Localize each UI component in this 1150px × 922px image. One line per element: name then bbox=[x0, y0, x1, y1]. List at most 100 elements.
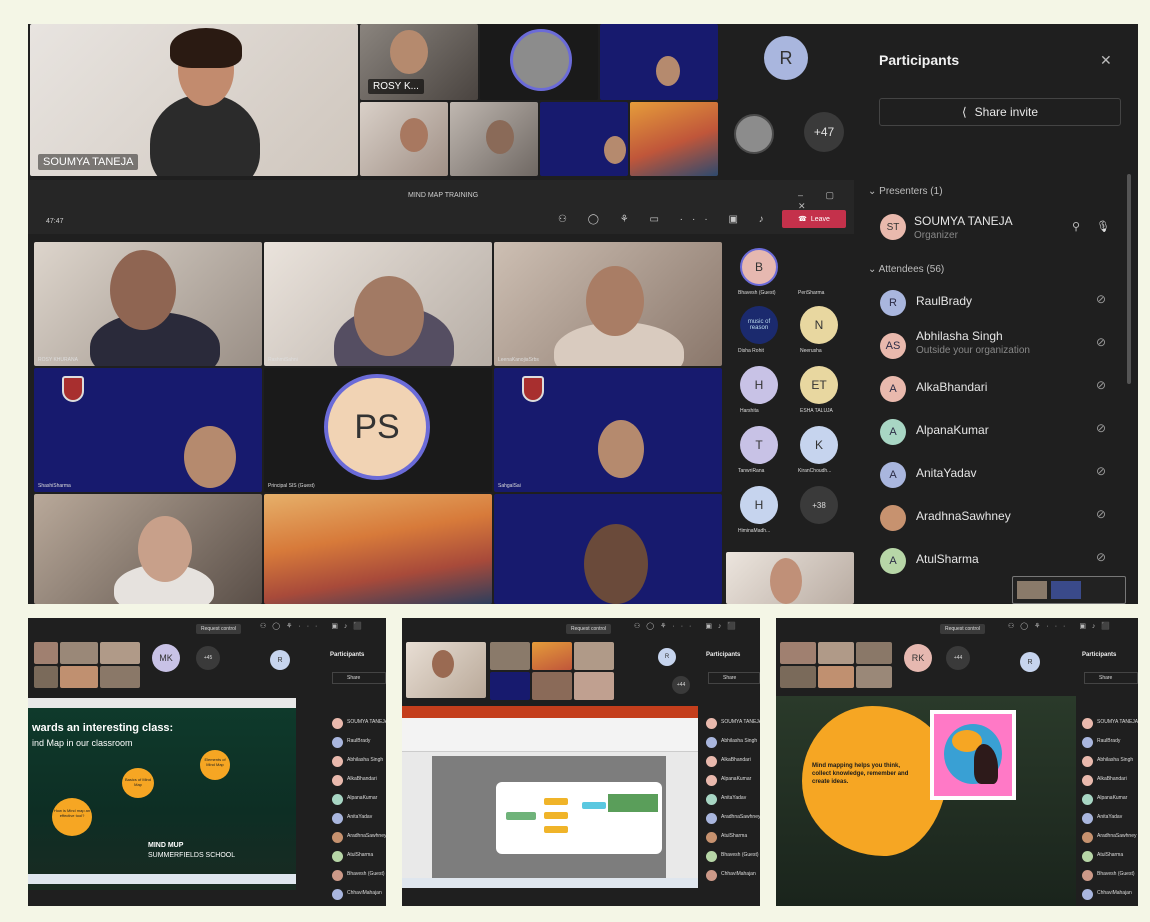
leave-button[interactable]: ☎ Leave bbox=[782, 210, 846, 228]
pin-icon[interactable]: ⚲ bbox=[1072, 220, 1080, 233]
participant-name: ChhaviMahajan bbox=[1097, 890, 1132, 896]
participant-avatar bbox=[706, 851, 717, 862]
avatar-r[interactable]: R bbox=[1020, 652, 1040, 672]
participant-name-label: HiminaMadh... bbox=[738, 528, 771, 534]
attendees-label: Attendees (56) bbox=[878, 264, 945, 275]
participant-name: Bhavesh (Guest) bbox=[721, 852, 759, 858]
video-tile-rosy[interactable]: ROSY K... bbox=[360, 24, 478, 100]
muted-microphone-icon: ⊘ bbox=[1096, 378, 1107, 392]
default-avatar-icon[interactable] bbox=[734, 114, 774, 154]
toolbar-icons[interactable]: ⚇ ◯ ⚘ ▭ ··· ▣ ♪ ⬛ bbox=[558, 214, 806, 225]
share-button[interactable]: Share bbox=[332, 672, 386, 684]
avatar-rk[interactable]: RK bbox=[904, 644, 932, 672]
attendee-avatar: A bbox=[880, 376, 906, 402]
toolbar-icons[interactable]: ⚇◯⚘··· ▣♪⬛ bbox=[634, 622, 742, 630]
video-tile-small-1[interactable] bbox=[360, 102, 448, 176]
video-tile-avatar[interactable] bbox=[480, 24, 598, 100]
participant-name: SOUMYA TANEJA bbox=[347, 719, 386, 725]
close-icon[interactable]: ✕ bbox=[1100, 52, 1112, 69]
participant-name-label: Neerusha bbox=[800, 348, 822, 354]
overflow-count[interactable]: +45 bbox=[196, 646, 220, 670]
attendee-row[interactable]: A AlpanaKumar ⊘ bbox=[880, 413, 1130, 449]
avatar-et[interactable]: ET bbox=[800, 366, 838, 404]
video-tile-rosy-khurana[interactable]: ROSY KHURANA bbox=[34, 242, 262, 366]
attendee-row[interactable]: A AnitaYadav ⊘ bbox=[880, 456, 1130, 492]
avatar-t[interactable]: T bbox=[740, 426, 778, 464]
avatar-k[interactable]: K bbox=[800, 426, 838, 464]
participant-avatar bbox=[1082, 718, 1093, 729]
avatar-mk[interactable]: MK bbox=[152, 644, 180, 672]
video-tile-leena[interactable]: LeenaKanojiaSrbs bbox=[494, 242, 722, 366]
slide-title: wards an interesting class: bbox=[32, 722, 174, 734]
participant-avatar bbox=[1082, 851, 1093, 862]
video-tile-principal[interactable]: PS Principal SIS (Guest) bbox=[264, 368, 492, 492]
participant-avatar bbox=[1082, 813, 1093, 824]
participant-name-label: LeenaKanojiaSrbs bbox=[498, 357, 539, 363]
request-control-button[interactable]: Request control bbox=[196, 624, 242, 634]
participant-name-label: RashmiSahni bbox=[268, 357, 298, 363]
request-control-button[interactable]: Request control bbox=[940, 624, 986, 634]
overflow-count[interactable]: +47 bbox=[804, 112, 844, 152]
attendee-row[interactable]: AradhnaSawhney ⊘ bbox=[880, 499, 1130, 535]
attendees-header[interactable]: ⌄ Attendees (56) bbox=[868, 264, 944, 275]
share-button[interactable]: Share bbox=[1084, 672, 1138, 684]
video-tile-bottom-3[interactable] bbox=[494, 494, 722, 604]
avatar-r[interactable]: R bbox=[270, 650, 290, 670]
participant-avatar bbox=[706, 870, 717, 881]
share-invite-button[interactable]: ⟨ Share invite bbox=[879, 98, 1121, 126]
video-tile-side-bottom[interactable] bbox=[726, 552, 854, 604]
participant-name: SOUMYA TANEJA bbox=[721, 719, 760, 725]
participants-title: Participants bbox=[1082, 652, 1117, 658]
attendee-row[interactable]: A AlkaBhandari ⊘ bbox=[880, 370, 1130, 406]
presenters-header[interactable]: ⌄ Presenters (1) bbox=[868, 186, 943, 197]
video-tile-soumya[interactable]: SOUMYA TANEJA bbox=[30, 24, 358, 176]
leave-label: Leave bbox=[810, 215, 830, 223]
video-tile-navy[interactable] bbox=[600, 24, 718, 100]
participant-name: RaulBrady bbox=[1097, 738, 1121, 744]
avatar-h2[interactable]: H bbox=[740, 486, 778, 524]
participants-title: Participants bbox=[706, 652, 741, 658]
overflow-count[interactable]: +44 bbox=[946, 646, 970, 670]
participant-name: AlkaBhandari bbox=[1097, 776, 1127, 782]
avatar-r[interactable]: R bbox=[764, 36, 808, 80]
video-tile-bottom-1[interactable] bbox=[34, 494, 262, 604]
participant-avatar bbox=[706, 832, 717, 843]
attendee-row[interactable]: A AtulSharma ⊘ bbox=[880, 542, 1130, 578]
muted-microphone-icon: ⊘ bbox=[1096, 550, 1107, 564]
avatar-st: ST bbox=[880, 214, 906, 240]
attendee-avatar: A bbox=[880, 548, 906, 574]
shared-screen-thumbnail[interactable] bbox=[1012, 576, 1126, 604]
attendee-row[interactable]: AS Abhilasha Singh Outside your organizati… bbox=[880, 327, 1130, 363]
video-tile-rashmi[interactable]: RashmiSahni bbox=[264, 242, 492, 366]
overflow-count[interactable]: +38 bbox=[800, 486, 838, 524]
participant-name-label: Harshita bbox=[740, 408, 759, 414]
attendee-row[interactable]: R RaulBrady ⊘ bbox=[880, 284, 1130, 320]
video-tile-bottom-2[interactable] bbox=[264, 494, 492, 604]
attendee-subtitle: Outside your organization bbox=[916, 345, 1030, 356]
video-tile-shashi[interactable]: ShashiSharma bbox=[34, 368, 262, 492]
window-controls[interactable]: – ▢ ✕ bbox=[798, 190, 854, 212]
share-button[interactable]: Share bbox=[708, 672, 760, 684]
avatar-h[interactable]: H bbox=[740, 366, 778, 404]
attendee-name: AlkaBhandari bbox=[916, 380, 988, 394]
participant-name: Abhilasha Singh bbox=[347, 757, 384, 763]
overflow-count[interactable]: +44 bbox=[672, 676, 690, 694]
music-of-reason-avatar[interactable]: music of reason bbox=[740, 306, 778, 344]
microphone-icon[interactable]: 🎙 bbox=[1096, 220, 1110, 233]
video-tile-small-4[interactable] bbox=[630, 102, 718, 176]
video-tile-small-3[interactable] bbox=[540, 102, 628, 176]
mind-map-slide bbox=[496, 782, 662, 854]
shared-slide: Mind mapping helps you think, collect kn… bbox=[776, 696, 1076, 906]
video-tile-sahgal[interactable]: SahgalSai bbox=[494, 368, 722, 492]
avatar-r[interactable]: R bbox=[658, 648, 676, 666]
avatar-n[interactable]: N bbox=[800, 306, 838, 344]
video-tile-small-2[interactable] bbox=[450, 102, 538, 176]
participant-avatar bbox=[1082, 775, 1093, 786]
avatar-b[interactable]: B bbox=[740, 248, 778, 286]
participant-name-label: PeriSharma bbox=[798, 290, 825, 296]
participants-title: Participants bbox=[879, 52, 960, 68]
blob-how-effective: How is Mind map an effective tool? bbox=[52, 798, 92, 836]
toolbar-icons[interactable]: ⚇◯⚘··· ▣♪⬛ bbox=[1008, 622, 1116, 630]
request-control-button[interactable]: Request control bbox=[566, 624, 612, 634]
toolbar-icons[interactable]: ⚇◯⚘··· ▣♪⬛ bbox=[260, 622, 368, 630]
